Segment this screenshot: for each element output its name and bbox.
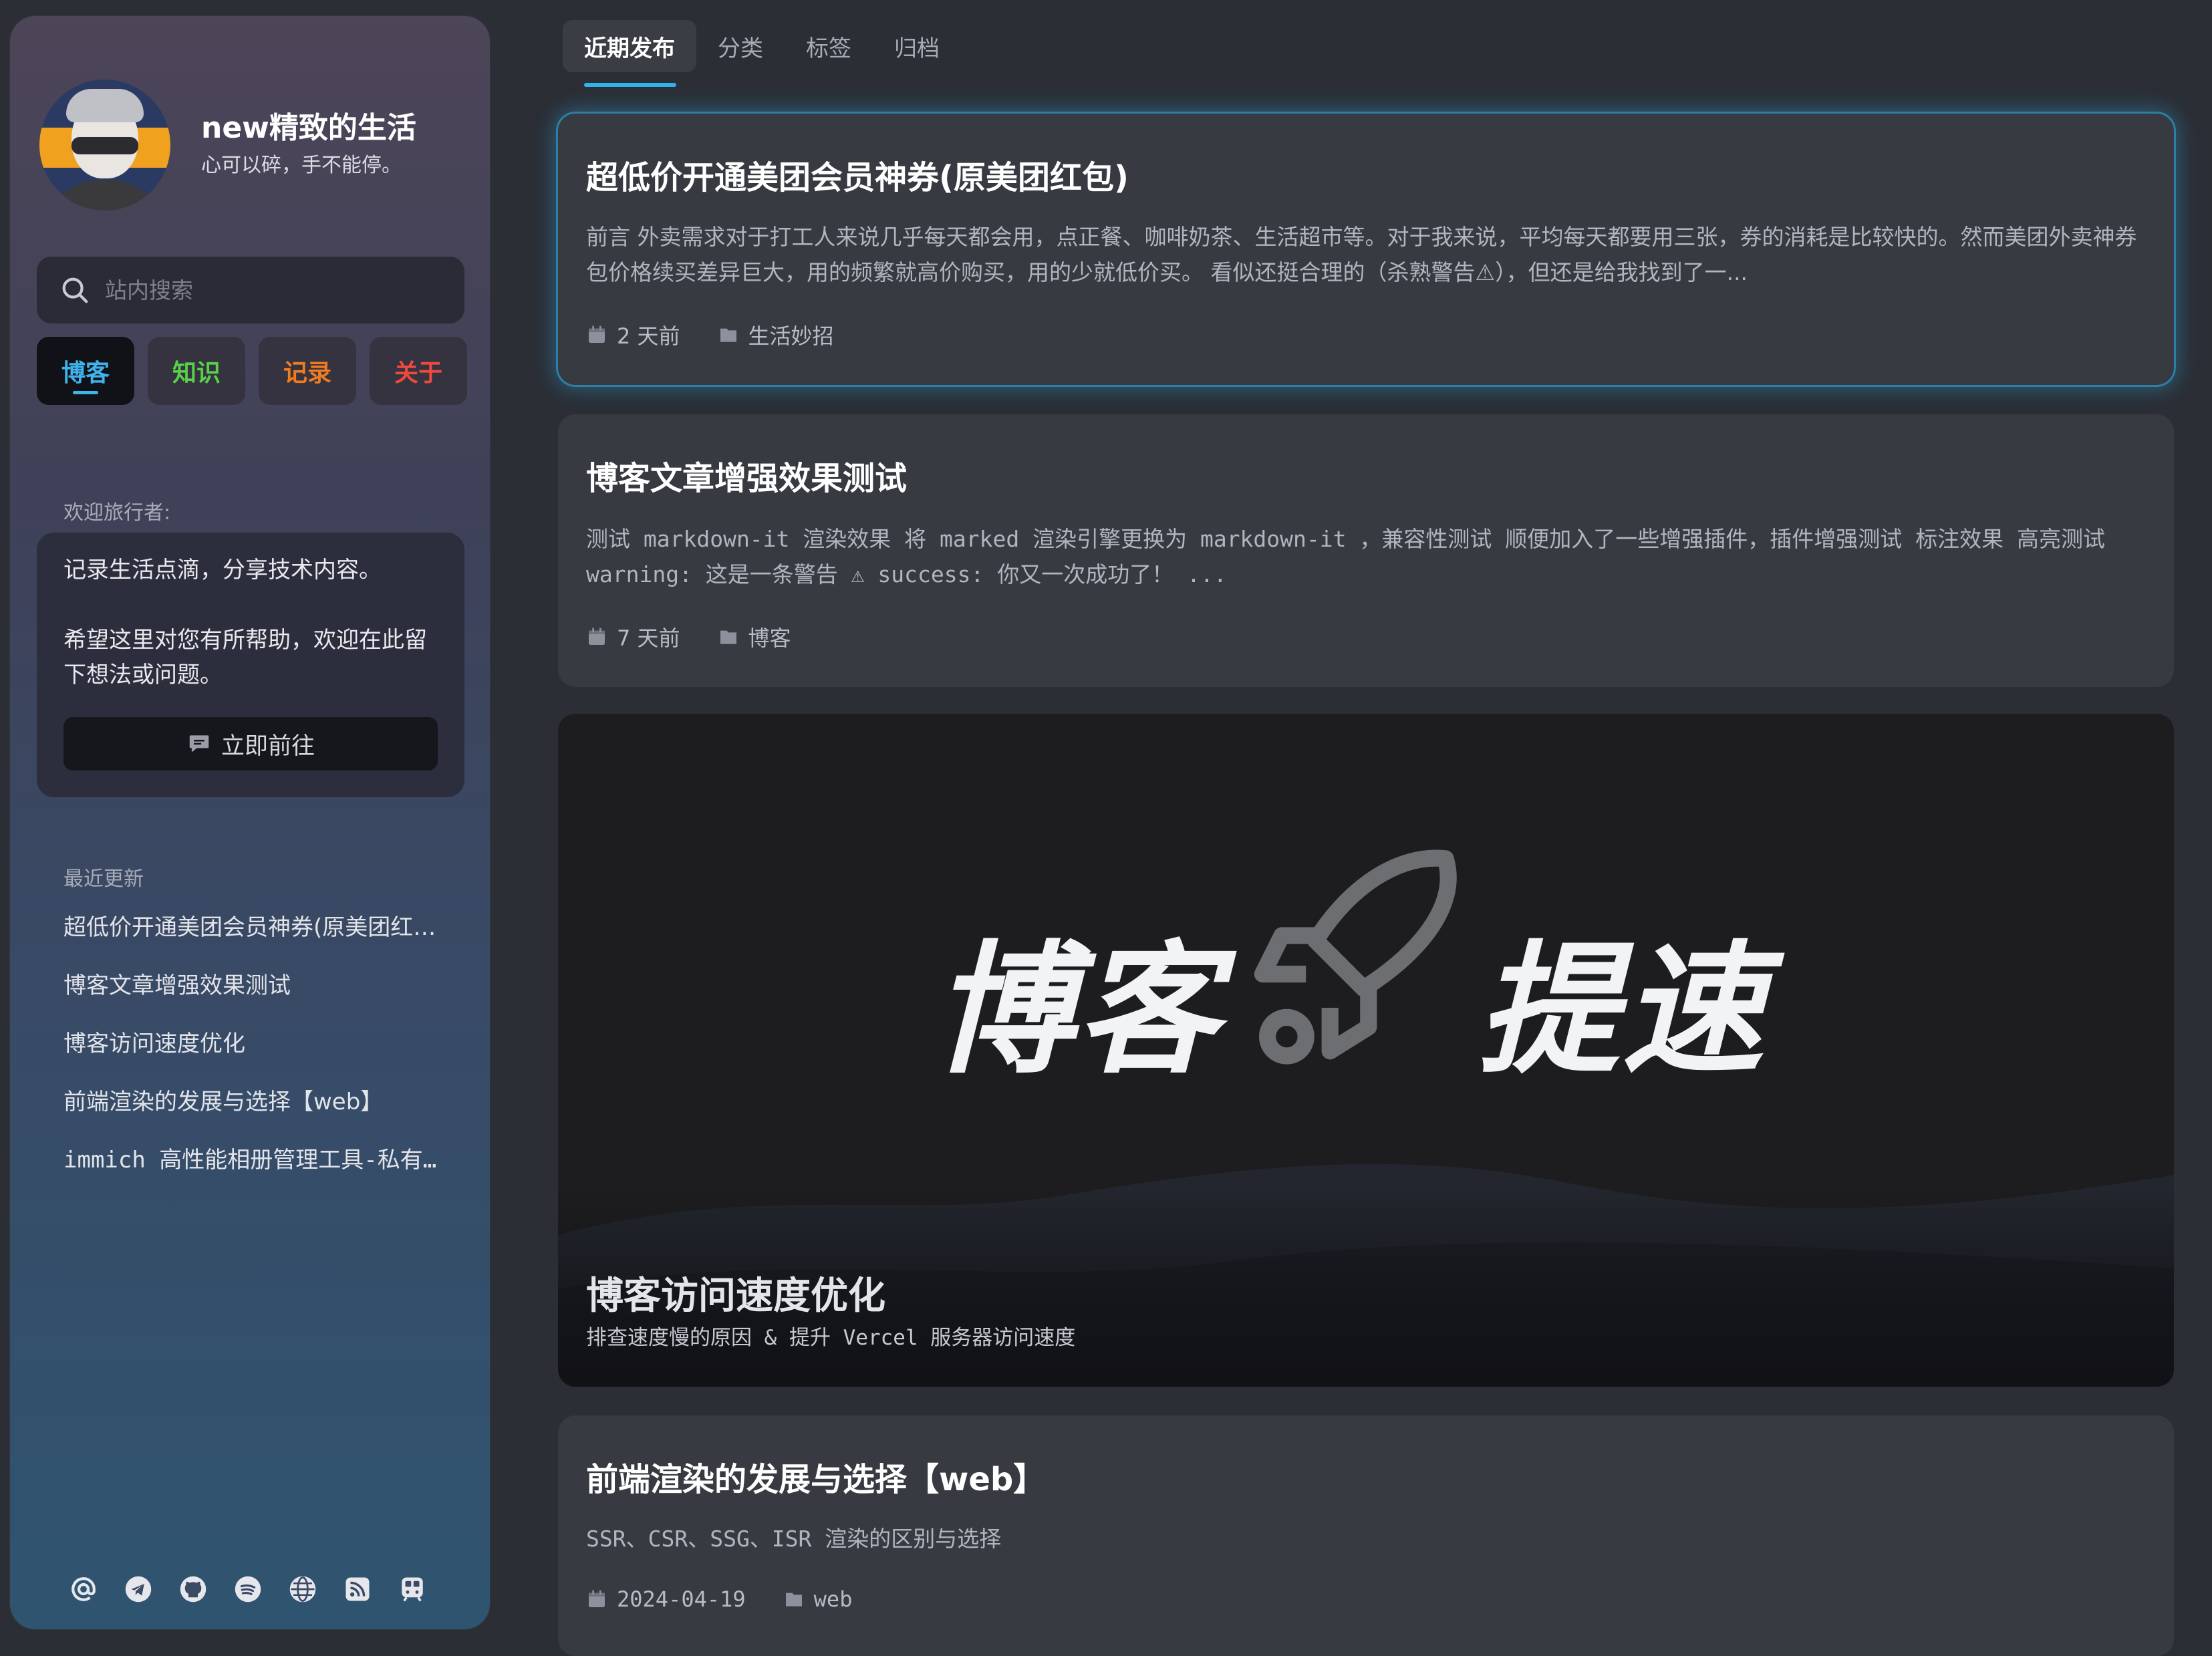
nav-button-records[interactable]: 记录 [259, 337, 356, 405]
post-date: 2024-04-19 [586, 1586, 746, 1612]
profile: new精致的生活 心可以碎，手不能停。 [39, 73, 416, 217]
post-category[interactable]: web [783, 1586, 853, 1612]
rocket-icon [1254, 849, 1457, 1065]
welcome-card: 记录生活点滴，分享技术内容。 希望这里对您有所帮助，欢迎在此留下想法或问题。 立… [37, 533, 464, 797]
nav-button-label: 博客 [61, 360, 110, 387]
welcome-line: 记录生活点滴，分享技术内容。 [63, 557, 382, 583]
nav-button-label: 关于 [394, 360, 442, 387]
recent-updates-list: 超低价开通美团会员神券(原美团红包) 博客文章增强效果测试 博客访问速度优化 前… [63, 909, 438, 1200]
go-now-label: 立即前往 [221, 732, 315, 760]
nav-button-blog[interactable]: 博客 [37, 337, 134, 405]
profile-text: new精致的生活 心可以碎，手不能停。 [201, 112, 416, 178]
social-links [67, 1573, 428, 1605]
nav-button-label: 知识 [172, 360, 221, 387]
site-motto: 心可以碎，手不能停。 [201, 153, 402, 177]
post-category[interactable]: 博客 [718, 622, 791, 652]
recent-update-link[interactable]: immich 高性能相册管理工具-私有化部署 [63, 1141, 438, 1200]
tab-recent[interactable]: 近期发布 [563, 20, 696, 87]
nav-button-about[interactable]: 关于 [370, 337, 467, 405]
post-excerpt: 前言 外卖需求对于打工人来说几乎每天都会用，点正餐、咖啡奶茶、生活超市等。对于我… [586, 224, 2137, 285]
recent-update-link[interactable]: 超低价开通美团会员神券(原美团红包) [63, 909, 438, 967]
recent-update-link[interactable]: 前端渲染的发展与选择【web】 [63, 1083, 438, 1141]
tab-archive[interactable]: 归档 [873, 20, 961, 72]
post-title[interactable]: 超低价开通美团会员神券(原美团红包) [586, 151, 1129, 198]
post-category-text: 生活妙招 [748, 323, 834, 349]
post-category-text: 博客 [748, 626, 791, 651]
github-icon[interactable] [177, 1573, 209, 1605]
avatar-shirt [58, 179, 152, 211]
welcome-label: 欢迎旅行者: [63, 501, 171, 525]
post-card[interactable]: 前端渲染的发展与选择【web】 SSR、CSR、SSG、ISR 渲染的区别与选择… [558, 1415, 2174, 1656]
comment-icon [189, 735, 209, 752]
recent-update-link[interactable]: 博客访问速度优化 [63, 1025, 438, 1083]
spotify-icon[interactable] [232, 1573, 264, 1605]
cover-post-card[interactable]: 博客 提速 博客访问速度优化 排查速度慢的原因 & 提升 Vercel 服务器访… [558, 714, 2174, 1387]
post-meta: 2024-04-19 web [586, 1586, 889, 1612]
post-excerpt: 测试 markdown-it 渲染效果 将 marked 渲染引擎更换为 mar… [586, 526, 2105, 587]
nav-button-label: 记录 [283, 360, 331, 387]
post-tabs: 近期发布 分类 标签 归档 [563, 20, 961, 87]
folder-icon [785, 1593, 802, 1607]
post-card[interactable]: 博客文章增强效果测试 测试 markdown-it 渲染效果 将 marked … [558, 414, 2174, 687]
post-subtitle: 排查速度慢的原因 & 提升 Vercel 服务器访问速度 [586, 1326, 1076, 1350]
post-title[interactable]: 前端渲染的发展与选择【web】 [586, 1453, 1045, 1500]
sidebar: new精致的生活 心可以碎，手不能停。 博客 知识 记录 关于 欢迎旅行者: 记… [10, 16, 490, 1629]
post-meta: 2 天前 生活妙招 [586, 319, 871, 350]
rss-icon[interactable] [341, 1573, 374, 1605]
folder-icon [720, 328, 736, 342]
welcome-text: 记录生活点滴，分享技术内容。 希望这里对您有所帮助，欢迎在此留下想法或问题。 [63, 553, 444, 693]
post-title[interactable]: 博客访问速度优化 [586, 1266, 885, 1320]
globe-icon[interactable] [287, 1573, 319, 1605]
post-date-text: 2024-04-19 [617, 1586, 746, 1612]
post-date: 2 天前 [586, 319, 680, 350]
post-title[interactable]: 博客文章增强效果测试 [586, 452, 907, 499]
avatar-hair [66, 88, 144, 122]
calendar-icon [589, 628, 605, 645]
post-excerpt: SSR、CSR、SSG、ISR 渲染的区别与选择 [586, 1526, 1002, 1552]
welcome-line: 希望这里对您有所帮助，欢迎在此留下想法或问题。 [63, 626, 427, 689]
search-input[interactable] [105, 277, 426, 303]
tab-categories[interactable]: 分类 [696, 20, 785, 72]
search-box[interactable] [37, 257, 464, 323]
avatar-glasses [72, 136, 138, 154]
post-date: 7 天前 [586, 622, 680, 652]
recent-update-link[interactable]: 博客文章增强效果测试 [63, 967, 438, 1025]
tab-tags[interactable]: 标签 [785, 20, 873, 72]
post-date-text: 7 天前 [617, 626, 680, 651]
search-icon [62, 277, 88, 303]
telegram-icon[interactable] [122, 1573, 154, 1605]
go-now-button[interactable]: 立即前往 [63, 717, 438, 771]
calendar-icon [589, 1590, 605, 1607]
post-category-text: web [813, 1586, 853, 1612]
avatar[interactable] [39, 79, 170, 211]
cover-word-right: 提速 [1478, 928, 1766, 1093]
calendar-icon [589, 325, 605, 343]
post-category[interactable]: 生活妙招 [718, 319, 834, 350]
recent-updates-label: 最近更新 [63, 867, 144, 891]
post-card[interactable]: 超低价开通美团会员神券(原美团红包) 前言 外卖需求对于打工人来说几乎每天都会用… [558, 114, 2174, 385]
cover-word-left: 博客 [932, 928, 1221, 1093]
post-meta: 7 天前 博客 [586, 622, 829, 652]
main-content: 近期发布 分类 标签 归档 超低价开通美团会员神券(原美团红包) 前言 外卖需求… [531, 0, 2202, 1656]
nav-button-knowledge[interactable]: 知识 [148, 337, 245, 405]
subway-icon[interactable] [396, 1573, 428, 1605]
folder-icon [720, 630, 736, 644]
at-icon[interactable] [67, 1573, 100, 1605]
post-date-text: 2 天前 [617, 323, 680, 349]
nav-buttons: 博客 知识 记录 关于 [37, 337, 470, 405]
site-name[interactable]: new精致的生活 [201, 112, 416, 146]
